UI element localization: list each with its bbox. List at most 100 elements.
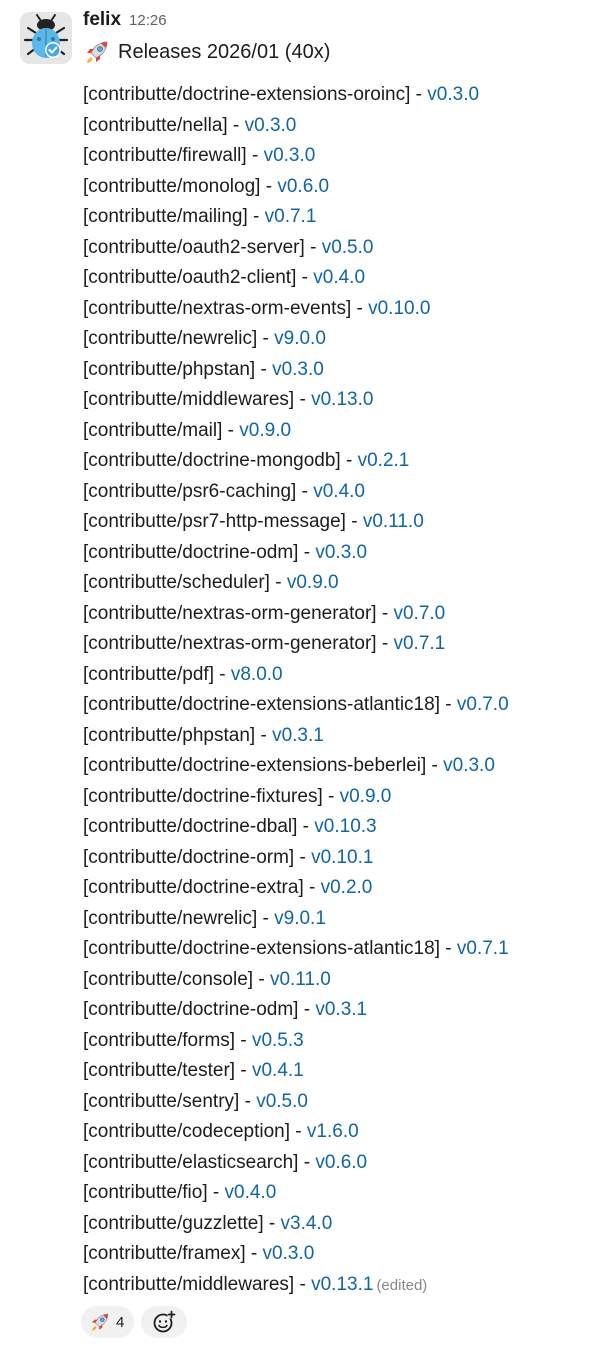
rocket-icon [83,38,111,66]
release-repo: [contributte/nella] [83,114,228,136]
release-version-link[interactable]: v0.13.0 [311,389,373,410]
rocket-icon [89,1311,111,1333]
release-separator: - [246,145,264,166]
bug-avatar-icon [20,12,72,64]
release-version-link[interactable]: v1.6.0 [307,1121,359,1142]
release-repo: [contributte/nextras-orm-generator] [83,602,377,624]
release-separator: - [298,1151,316,1173]
release-separator: - [340,450,358,471]
release-version-link[interactable]: v0.7.0 [457,694,509,715]
release-separator: - [298,999,316,1020]
release-version-link[interactable]: v0.3.0 [264,145,316,166]
release-repo: [contributte/doctrine-orm] [83,846,295,868]
release-version-link[interactable]: v9.0.1 [274,908,326,929]
timestamp[interactable]: 12:26 [129,12,167,29]
release-repo: [contributte/nextras-orm-events] [83,297,352,319]
release-version-link[interactable]: v0.4.1 [252,1060,304,1081]
release-version-link[interactable]: v0.10.3 [314,816,376,837]
release-version-link[interactable]: v0.11.0 [363,511,424,532]
release-repo: [contributte/mailing] [83,206,248,227]
release-version-link[interactable]: v0.6.0 [277,176,329,197]
release-version-link[interactable]: v0.2.1 [358,450,410,471]
release-separator: - [253,968,270,990]
release-version-link[interactable]: v0.5.0 [256,1091,308,1112]
release-separator: - [257,907,275,929]
release-separator: - [222,419,240,441]
release-version-link[interactable]: v0.9.0 [340,786,392,807]
release-line: [contributte/framex] - v0.3.0 [83,1239,598,1270]
release-line: [contributte/nextras-orm-generator] - v0… [83,599,598,630]
release-separator: - [247,206,265,227]
release-line: [contributte/nextras-orm-generator] - v0… [83,629,598,660]
release-repo: [contributte/scheduler] [83,572,270,593]
release-version-link[interactable]: v0.3.0 [272,359,324,380]
release-version-link[interactable]: v0.4.0 [225,1182,277,1203]
release-version-link[interactable]: v8.0.0 [231,664,283,685]
release-line: [contributte/newrelic] - v9.0.0 [83,324,598,355]
release-version-link[interactable]: v0.4.0 [313,481,365,502]
release-version-link[interactable]: v0.7.1 [265,206,317,227]
release-version-link[interactable]: v0.3.1 [272,725,324,746]
release-version-link[interactable]: v0.7.1 [393,633,445,654]
release-version-link[interactable]: v0.7.0 [393,603,445,624]
reaction-bar: 4 [81,1306,188,1338]
release-repo: [contributte/doctrine-extensions-atlanti… [83,694,440,715]
release-line: [contributte/newrelic] - v9.0.1 [83,904,598,935]
release-version-link[interactable]: v0.3.0 [245,115,297,136]
release-version-link[interactable]: v0.3.0 [263,1243,315,1264]
add-reaction-button[interactable] [141,1306,188,1338]
release-line: [contributte/doctrine-odm] - v0.3.1 [83,995,598,1026]
release-separator: - [351,297,369,319]
release-line: [contributte/fio] - v0.4.0 [83,1178,598,1209]
release-version-link[interactable]: v0.6.0 [315,1152,367,1173]
release-version-link[interactable]: v0.3.0 [427,84,479,105]
release-line: [contributte/doctrine-dbal] - v0.10.3 [83,812,598,843]
release-separator: - [296,267,314,288]
release-separator: - [297,816,315,837]
release-version-link[interactable]: v0.5.3 [252,1030,304,1051]
avatar[interactable] [20,12,72,64]
release-line: [contributte/sentry] - v0.5.0 [83,1087,598,1118]
release-repo: [contributte/guzzlette] [83,1212,264,1234]
release-version-link[interactable]: v0.3.1 [315,999,367,1020]
release-line: [contributte/oauth2-client] - v0.4.0 [83,263,598,294]
release-separator: - [207,1182,225,1203]
release-version-link[interactable]: v0.10.0 [368,298,430,319]
release-repo: [contributte/doctrine-fixtures] [83,785,323,807]
release-version-link[interactable]: v0.9.0 [239,420,291,441]
release-version-link[interactable]: v0.7.1 [457,938,509,959]
release-repo: [contributte/elasticsearch] [83,1151,299,1173]
release-line: [contributte/doctrine-mongodb] - v0.2.1 [83,446,598,477]
release-version-link[interactable]: v0.10.1 [311,847,373,868]
release-separator: - [304,236,322,258]
release-version-link[interactable]: v9.0.0 [274,328,326,349]
release-version-link[interactable]: v0.9.0 [287,572,339,593]
release-repo: [contributte/doctrine-extensions-beberle… [83,755,427,776]
release-line: [contributte/psr6-caching] - v0.4.0 [83,477,598,508]
release-version-link[interactable]: v0.13.1 [311,1274,373,1295]
release-repo: [contributte/monolog] [83,175,261,197]
release-line: [contributte/middlewares] - v0.13.0 [83,385,598,416]
release-separator: - [294,1273,312,1295]
release-version-link[interactable]: v0.2.0 [321,877,373,898]
release-separator: - [322,785,340,807]
message-header: felix 12:26 [83,9,167,35]
reaction-count: 4 [116,1313,125,1331]
release-separator: - [260,175,278,197]
release-separator: - [296,480,314,502]
reaction-rocket[interactable]: 4 [81,1306,135,1338]
release-version-link[interactable]: v0.3.0 [443,755,495,776]
author-name[interactable]: felix [83,9,121,31]
release-line: [contributte/phpstan] - v0.3.1 [83,721,598,752]
release-version-link[interactable]: v3.4.0 [281,1213,333,1234]
release-version-link[interactable]: v0.3.0 [315,542,367,563]
release-version-link[interactable]: v0.4.0 [313,267,365,288]
release-version-link[interactable]: v0.11.0 [270,969,331,990]
release-repo: [contributte/doctrine-extensions-oroinc] [83,84,411,105]
release-separator: - [255,724,273,746]
message: felix 12:26 Releases 2026/01 (40x) [cont… [0,0,601,1350]
release-version-link[interactable]: v0.5.0 [322,237,374,258]
release-repo: [contributte/doctrine-dbal] [83,816,298,837]
release-repo: [contributte/framex] [83,1243,246,1264]
release-separator: - [303,877,321,898]
